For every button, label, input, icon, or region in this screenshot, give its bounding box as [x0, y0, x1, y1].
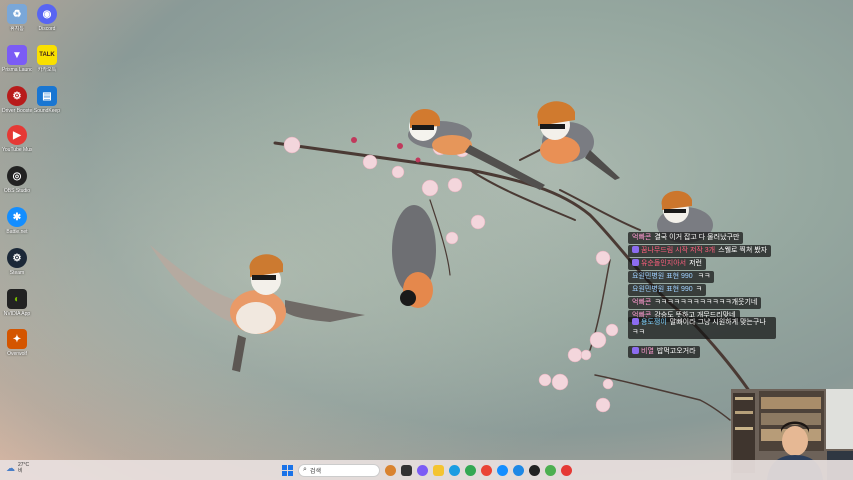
obs-icon[interactable]	[529, 464, 540, 476]
ramen-icon[interactable]	[385, 464, 396, 476]
taskbar-search[interactable]: ⌕ 검색	[298, 463, 380, 477]
youtube-music-icon: ▶	[7, 125, 27, 145]
taskbar-center: ⌕ 검색	[282, 462, 572, 478]
desktop-icon-driver-booster[interactable]: ⚙ Driver Booster 11	[2, 86, 32, 124]
chrome-icon[interactable]	[481, 464, 492, 476]
stream-chat-overlay: 억빠콘 결국 이거 잡고 다 물러났구만 꿈나무드림 시작 저작 3개 스웰로 찍쳐…	[628, 226, 788, 358]
nvidia-icon: ◐	[7, 289, 27, 309]
start-button[interactable]	[282, 464, 293, 476]
file-explorer-icon[interactable]	[433, 464, 444, 476]
task-view-icon[interactable]	[401, 464, 412, 476]
desktop-icon-kakaotalk[interactable]: TALK 카카오톡	[32, 45, 62, 83]
rain-cloud-icon: ☁	[6, 462, 15, 473]
driver-booster-icon: ⚙	[7, 86, 27, 106]
chat-message: 용도쟁이 말빠이라 그냥 시원하게 맞는구나 ㅋㅋ	[628, 317, 776, 339]
overwolf-icon: ✦	[7, 329, 27, 349]
windows-logo-icon	[282, 464, 287, 470]
app-icon[interactable]	[545, 464, 556, 476]
app-icon[interactable]	[561, 464, 572, 476]
desktop-icon-app[interactable]: ▤ SoundKeep	[32, 86, 62, 124]
chat-text: 밥먹고오거라	[656, 348, 696, 355]
taskbar: ☁ 27°C 비 ⌕ 검색	[0, 460, 853, 480]
obs-icon: ◎	[7, 166, 27, 186]
desktop-icon-discord[interactable]: ◉ Discord	[32, 4, 62, 42]
browser-icon[interactable]	[513, 464, 524, 476]
heart-badge-icon	[632, 347, 639, 354]
chrome-icon[interactable]	[465, 464, 476, 476]
search-placeholder: 검색	[309, 468, 321, 475]
desktop-icon-youtube-music[interactable]: ▶ YouTube Music	[2, 125, 32, 163]
heart-badge-icon	[632, 318, 639, 325]
desktop-icon-steam[interactable]: ⚙ Steam	[2, 248, 32, 286]
desktop-icon-overwolf[interactable]: ✦ Overwolf	[2, 329, 32, 367]
weather-desc: 비	[18, 468, 23, 474]
copilot-icon[interactable]	[417, 464, 428, 476]
edge-icon[interactable]	[449, 464, 460, 476]
desktop-icon-nvidia[interactable]: ◐ NVIDIA App	[2, 289, 32, 327]
chat-text: 스웰로 찍쳐 봤자	[718, 247, 768, 254]
discord-icon: ◉	[37, 4, 57, 24]
recycle-bin-icon: ♻	[7, 4, 27, 24]
prism-icon: ▼	[7, 45, 27, 65]
app-icon: ▤	[37, 86, 57, 106]
desktop-icon-battlenet[interactable]: ✱ Battle.net	[2, 207, 32, 245]
weather-widget[interactable]: ☁ 27°C 비	[6, 462, 29, 474]
desktop-icon-obs[interactable]: ◎ OBS Studio	[2, 166, 32, 204]
battlenet-icon[interactable]	[497, 464, 508, 476]
battlenet-icon: ✱	[7, 207, 27, 227]
search-icon: ⌕	[303, 466, 307, 473]
chat-message: 비열 밥먹고오거라	[628, 346, 700, 358]
chat-nickname: 비열	[641, 348, 654, 355]
steam-icon: ⚙	[7, 248, 27, 268]
desktop-icon-recycle-bin[interactable]: ♻ 휴지통	[2, 4, 32, 42]
kakaotalk-icon: TALK	[37, 45, 57, 65]
chat-nickname: 용도쟁이	[641, 319, 667, 326]
desktop-icon-prism[interactable]: ▼ Prisma Launcher	[2, 45, 32, 83]
